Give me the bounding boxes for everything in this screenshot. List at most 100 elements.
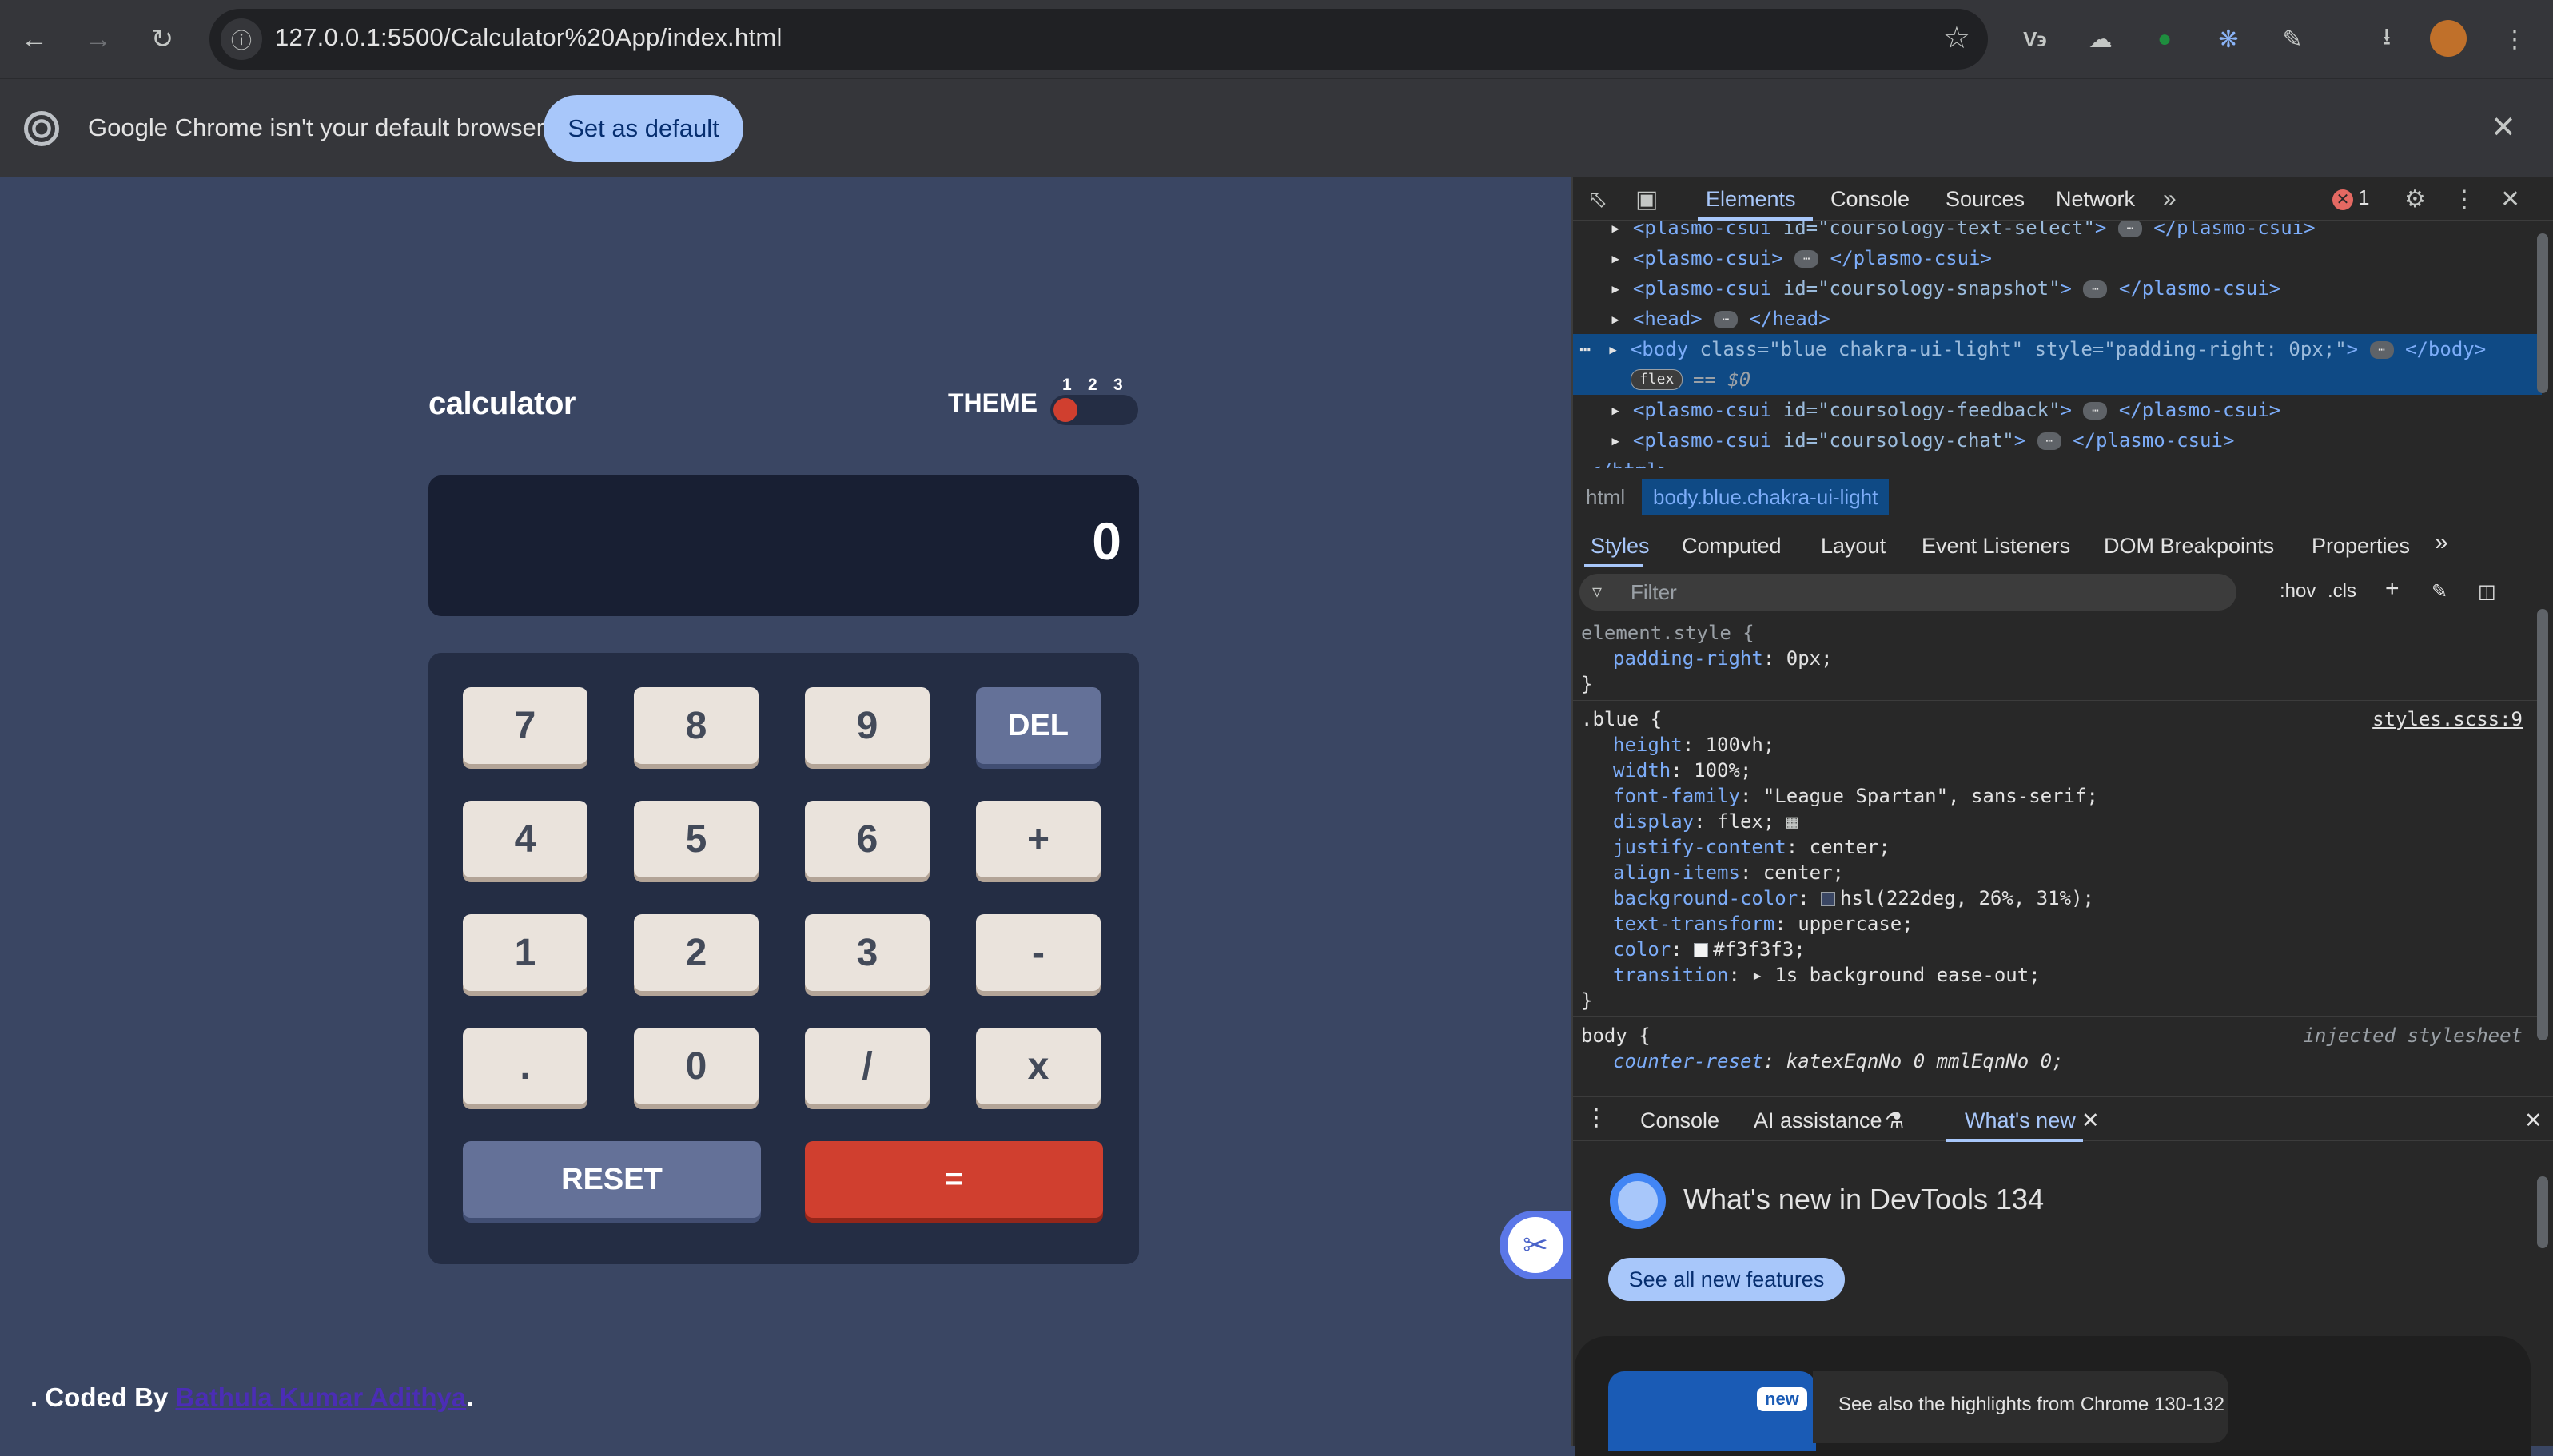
tree-node[interactable]: ▸ <plasmo-csui id="coursology-text-selec… [1573,221,2542,243]
more-dots-icon[interactable]: ⋯ [1579,338,1591,360]
set-as-default-button[interactable]: Set as default [544,95,743,162]
tree-node[interactable]: ▸ <plasmo-csui id="coursology-snapshot">… [1573,273,2542,304]
style-declaration[interactable]: height: 100vh; [1613,734,1774,756]
key-1[interactable]: 1 [463,914,587,991]
tab-sources[interactable]: Sources [1946,187,2025,212]
key-multiply[interactable]: x [976,1028,1101,1104]
color-swatch[interactable] [1821,892,1836,906]
ellipsis-badge[interactable]: ⋯ [2083,402,2108,420]
device-toolbar-icon[interactable]: ▣ [1635,185,1658,213]
style-declaration[interactable]: align-items: center; [1613,861,1844,884]
style-declaration[interactable]: justify-content: center; [1613,836,1890,858]
whatsnew-scrollbar[interactable] [2537,1176,2548,1248]
style-declaration[interactable]: background-color: hsl(222deg, 26%, 31%); [1613,887,2094,909]
ellipsis-badge[interactable]: ⋯ [2369,341,2394,359]
expand-arrow-icon[interactable]: ▸ [1610,429,1621,452]
ellipsis-badge[interactable]: ⋯ [2037,432,2061,450]
class-toggle[interactable]: .cls [2328,580,2356,603]
bookmark-star-icon[interactable]: ☆ [1943,20,1970,56]
style-declaration[interactable]: color: #f3f3f3; [1613,938,1806,961]
style-declaration[interactable]: text-transform: uppercase; [1613,913,1914,935]
download-icon[interactable]: ⭳ [2368,20,2406,58]
key-9[interactable]: 9 [805,687,930,764]
close-drawer-icon[interactable]: ✕ [2524,1108,2543,1133]
style-declaration[interactable]: width: 100%; [1613,759,1751,782]
styles-filter-input[interactable]: Filter [1579,574,2236,611]
elements-scrollbar[interactable] [2537,233,2548,393]
site-info-icon[interactable]: ⓘ [221,18,262,60]
devtools-menu-icon[interactable]: ⋮ [2452,185,2476,213]
breadcrumb-body[interactable]: body.blue.chakra-ui-light [1642,479,1890,515]
author-link[interactable]: Bathula Kumar Adithya [176,1382,467,1412]
extension-gear-icon[interactable]: ❋ [2209,20,2248,58]
key-5[interactable]: 5 [634,801,759,877]
key-plus[interactable]: + [976,801,1101,877]
back-arrow-icon[interactable]: ← [13,18,56,61]
expand-arrow-icon[interactable]: ▸ [1607,338,1619,360]
settings-gear-icon[interactable]: ⚙ [2404,185,2426,213]
reset-button[interactable]: RESET [463,1141,761,1218]
tab-layout[interactable]: Layout [1821,534,1886,559]
infobar-close-icon[interactable]: ✕ [2491,109,2516,145]
extension-puzzle-cloud-icon[interactable]: ☁ [2081,20,2120,58]
rule-source-link[interactable]: styles.scss:9 [2372,708,2523,730]
style-declaration[interactable]: font-family: "League Spartan", sans-seri… [1613,785,2098,807]
highlights-link[interactable]: See also the highlights from Chrome 130-… [1813,1371,2228,1443]
scissors-icon[interactable]: ✂ [1508,1217,1563,1273]
key-divide[interactable]: / [805,1028,930,1104]
equals-button[interactable]: = [805,1141,1103,1218]
style-declaration[interactable]: padding-right: 0px; [1613,647,1833,670]
hover-state-toggle[interactable]: :hov [2280,580,2316,603]
extension-vb-icon[interactable]: V϶ [2016,20,2054,58]
expand-arrow-icon[interactable]: ▸ [1610,277,1621,300]
theme-toggle-knob[interactable] [1053,398,1077,422]
drawer-tab-console[interactable]: Console [1640,1108,1719,1133]
key-4[interactable]: 4 [463,801,587,877]
tab-dom-breakpoints[interactable]: DOM Breakpoints [2104,534,2274,559]
tab-properties[interactable]: Properties [2312,534,2410,559]
chrome-menu-icon[interactable]: ⋮ [2495,20,2534,58]
expand-arrow-icon[interactable]: ▸ [1751,964,1762,986]
tab-event-listeners[interactable]: Event Listeners [1922,534,2070,559]
key-3[interactable]: 3 [805,914,930,991]
tree-node[interactable]: ▸ <plasmo-csui id="coursology-feedback">… [1573,395,2542,425]
key-decimal[interactable]: . [463,1028,587,1104]
tab-styles[interactable]: Styles [1591,534,1650,559]
flex-editor-icon[interactable]: ▦ [1786,810,1798,833]
address-bar[interactable]: ⓘ 127.0.0.1:5500/Calculator%20App/index.… [209,9,1988,70]
ellipsis-badge[interactable]: ⋯ [1714,311,1739,328]
ellipsis-badge[interactable]: ⋯ [1794,250,1819,268]
tab-network[interactable]: Network [2056,187,2135,212]
toggle-sidebar-icon[interactable]: ◫ [2478,580,2496,603]
ellipsis-badge[interactable]: ⋯ [2083,280,2108,298]
key-6[interactable]: 6 [805,801,930,877]
drawer-menu-icon[interactable]: ⋮ [1584,1104,1608,1132]
expand-arrow-icon[interactable]: ▸ [1610,399,1621,421]
theme-toggle[interactable] [1050,395,1138,425]
inspect-element-icon[interactable]: ⬁ [1587,185,1607,213]
expand-arrow-icon[interactable]: ▸ [1610,308,1621,330]
breadcrumb-html[interactable]: html [1586,485,1625,510]
tree-node[interactable]: ▸ <head> ⋯ </head> [1573,304,2542,334]
more-styles-tabs-icon[interactable]: » [2435,529,2448,556]
color-swatch[interactable] [1694,943,1709,957]
tab-computed[interactable]: Computed [1682,534,1782,559]
delete-button[interactable]: DEL [976,687,1101,764]
key-8[interactable]: 8 [634,687,759,764]
tree-node[interactable]: </html> [1573,455,2542,468]
add-rule-icon[interactable]: + [2385,575,2400,603]
close-tab-icon[interactable]: ✕ [2081,1108,2100,1133]
paint-brush-icon[interactable]: ✎ [2432,580,2447,603]
more-tabs-icon[interactable]: » [2163,185,2177,213]
expand-arrow-icon[interactable]: ▸ [1610,221,1621,239]
profile-avatar[interactable] [2430,20,2467,57]
error-counter[interactable]: ✕ 1 [2332,185,2369,210]
expand-arrow-icon[interactable]: ▸ [1610,247,1621,269]
style-declaration[interactable]: transition: ▸ 1s background ease-out; [1613,964,2041,986]
tab-elements[interactable]: Elements [1706,187,1796,212]
drawer-tab-ai-assistance[interactable]: AI assistance [1754,1108,1882,1133]
close-devtools-icon[interactable]: ✕ [2500,185,2520,213]
tree-node-selected-body[interactable]: ⋯ ▸ <body class="blue chakra-ui-light" s… [1573,334,2542,395]
key-7[interactable]: 7 [463,687,587,764]
key-2[interactable]: 2 [634,914,759,991]
